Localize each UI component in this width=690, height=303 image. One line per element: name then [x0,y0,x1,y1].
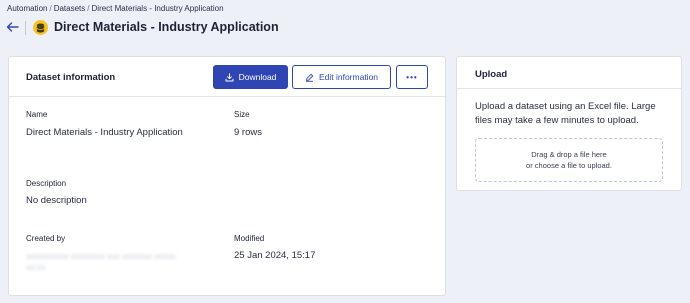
edit-information-button[interactable]: Edit information [292,65,391,89]
breadcrumb-item-automation[interactable]: Automation [7,4,47,13]
more-options-button[interactable]: ••• [396,65,428,89]
upload-description: Upload a dataset using an Excel file. La… [475,101,656,126]
name-value: Direct Materials - Industry Application [26,127,183,138]
edit-information-label: Edit information [318,72,379,82]
upload-card: Upload Upload a dataset using an Excel f… [456,56,682,191]
download-icon [225,72,234,81]
modified-value: 25 Jan 2024, 15:17 [234,250,316,261]
breadcrumb-item-datasets[interactable]: Datasets [54,4,86,13]
dropzone-line-1: Drag & drop a file here [531,150,607,159]
title-divider [25,21,26,35]
edit-icon [305,73,314,82]
modified-label: Modified [234,234,265,243]
download-button[interactable]: Download [213,65,288,89]
created-by-value-redacted: xxxxxxxxxx xxxxxxxx xxx xxxxxxx xxxxx xx:… [26,251,176,272]
back-arrow-icon[interactable] [5,20,19,34]
breadcrumb-item-current: Direct Materials - Industry Application [91,4,224,13]
description-value: No description [26,195,87,206]
name-label: Name [26,110,48,119]
more-horizontal-icon: ••• [406,72,418,82]
page-header: Automation / Datasets / Direct Materials - I… [0,0,690,45]
dataset-information-card: Dataset information Download Edit inform… [8,56,446,296]
card-header: Dataset information Download Edit inform… [9,57,445,97]
file-dropzone[interactable]: Drag & drop a file here or choose a file… [475,138,663,182]
size-label: Size [234,110,250,119]
upload-title: Upload [475,69,508,80]
size-value: 9 rows [234,127,262,138]
breadcrumb: Automation / Datasets / Direct Materials - I… [7,4,224,13]
dropzone-line-2: or choose a file to upload. [526,161,612,170]
database-icon [33,20,48,35]
card-title: Dataset information [26,72,116,83]
page-title: Direct Materials - Industry Application [54,20,279,34]
created-by-label: Created by [26,234,66,243]
description-label: Description [26,179,67,188]
upload-card-header: Upload [457,57,681,89]
download-label: Download [238,72,277,82]
